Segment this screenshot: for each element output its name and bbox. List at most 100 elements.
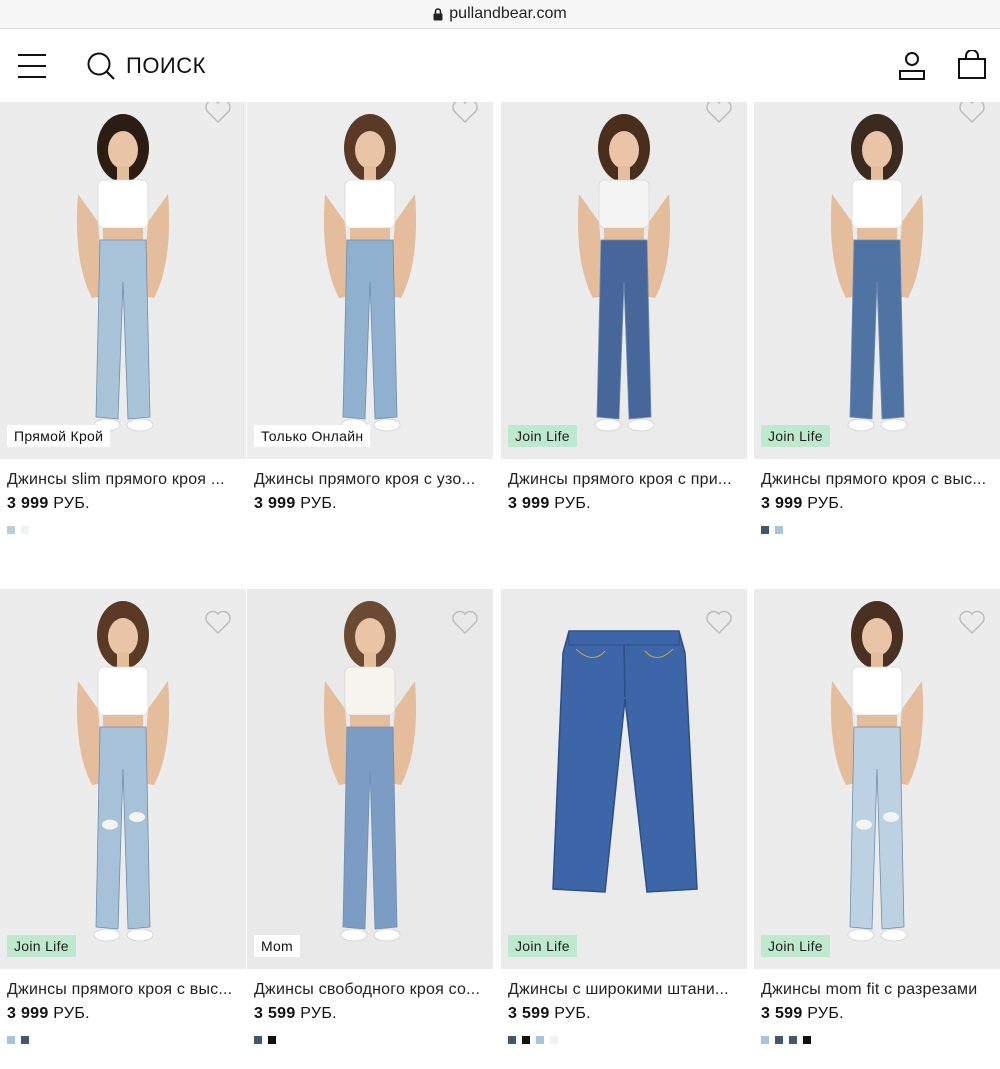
color-swatch[interactable] xyxy=(21,1036,29,1044)
color-swatch[interactable] xyxy=(761,526,769,534)
product-price: 3 599 РУБ. xyxy=(761,1005,844,1023)
site-header: ПОИСК xyxy=(0,29,1000,102)
color-swatch[interactable] xyxy=(803,1036,811,1044)
product-card[interactable]: Join Life Джинсы прямого кроя с при... 3… xyxy=(501,102,747,559)
model-figure xyxy=(830,601,924,942)
browser-url-bar[interactable]: pullandbear.com xyxy=(0,0,1000,29)
url-text: pullandbear.com xyxy=(449,5,567,22)
price-currency: РУБ. xyxy=(300,1005,337,1022)
price-amount: 3 999 xyxy=(7,495,49,512)
price-amount: 3 599 xyxy=(254,1005,296,1022)
product-title[interactable]: Джинсы свободного кроя со... xyxy=(254,981,490,999)
color-swatch[interactable] xyxy=(7,1036,15,1044)
color-swatch[interactable] xyxy=(7,526,15,534)
account-icon[interactable] xyxy=(897,51,927,81)
color-swatch[interactable] xyxy=(522,1036,530,1044)
product-title[interactable]: Джинсы mom fit с разрезами xyxy=(761,981,997,999)
product-badge: Join Life xyxy=(7,935,76,957)
product-card[interactable]: Только Онлайн Джинсы прямого кроя с узо.… xyxy=(247,102,493,559)
price-amount: 3 999 xyxy=(761,495,803,512)
heart-icon[interactable] xyxy=(204,609,232,635)
price-currency: РУБ. xyxy=(807,1005,844,1022)
search-icon xyxy=(86,51,116,81)
product-title[interactable]: Джинсы прямого кроя с выс... xyxy=(7,981,243,999)
heart-icon[interactable] xyxy=(204,102,232,124)
product-card[interactable]: Join Life Джинсы прямого кроя с выс... 3… xyxy=(754,102,1000,559)
color-swatches xyxy=(761,526,783,534)
product-image[interactable]: Join Life xyxy=(754,589,1000,969)
shopping-bag-icon[interactable] xyxy=(957,49,987,80)
color-swatches xyxy=(508,1036,558,1044)
hamburger-menu-icon[interactable] xyxy=(18,52,46,80)
model-figure xyxy=(577,114,671,432)
price-amount: 3 599 xyxy=(761,1005,803,1022)
price-currency: РУБ. xyxy=(554,1005,591,1022)
search-button[interactable]: ПОИСК xyxy=(86,51,206,81)
price-currency: РУБ. xyxy=(53,1005,90,1022)
product-title[interactable]: Джинсы прямого кроя с выс... xyxy=(761,471,997,489)
heart-icon[interactable] xyxy=(705,609,733,635)
price-amount: 3 999 xyxy=(508,495,550,512)
product-image[interactable]: Join Life xyxy=(501,589,747,969)
product-badge: Только Онлайн xyxy=(254,425,371,447)
product-title[interactable]: Джинсы с широкими штани... xyxy=(508,981,744,999)
product-price: 3 599 РУБ. xyxy=(254,1005,337,1023)
color-swatches xyxy=(7,526,29,534)
product-card[interactable]: Mom Джинсы свободного кроя со... 3 599 Р… xyxy=(247,589,493,1069)
product-badge: Join Life xyxy=(508,935,577,957)
heart-icon[interactable] xyxy=(705,102,733,124)
product-card[interactable]: Join Life Джинсы прямого кроя с выс... 3… xyxy=(0,589,246,1069)
model-figure xyxy=(76,114,170,432)
heart-icon[interactable] xyxy=(958,102,986,124)
product-image[interactable]: Прямой Крой xyxy=(0,102,246,459)
model-figure xyxy=(323,114,417,432)
color-swatches xyxy=(7,1036,29,1044)
color-swatch[interactable] xyxy=(761,1036,769,1044)
product-card[interactable]: Прямой Крой Джинсы slim прямого кроя ...… xyxy=(0,102,246,559)
price-currency: РУБ. xyxy=(300,495,337,512)
color-swatch[interactable] xyxy=(789,1036,797,1044)
color-swatch[interactable] xyxy=(254,1036,262,1044)
product-image[interactable]: Только Онлайн xyxy=(247,102,493,459)
price-currency: РУБ. xyxy=(554,495,591,512)
product-price: 3 999 РУБ. xyxy=(254,495,337,513)
product-badge: Join Life xyxy=(508,425,577,447)
product-image[interactable]: Mom xyxy=(247,589,493,969)
model-figure xyxy=(76,601,170,942)
product-title[interactable]: Джинсы прямого кроя с при... xyxy=(508,471,744,489)
color-swatch[interactable] xyxy=(536,1036,544,1044)
color-swatch[interactable] xyxy=(775,526,783,534)
product-image[interactable]: Join Life xyxy=(0,589,246,969)
color-swatch[interactable] xyxy=(21,526,29,534)
heart-icon[interactable] xyxy=(958,609,986,635)
product-badge: Прямой Крой xyxy=(7,425,111,447)
price-amount: 3 999 xyxy=(7,1005,49,1022)
product-badge: Mom xyxy=(254,935,301,957)
product-title[interactable]: Джинсы прямого кроя с узо... xyxy=(254,471,490,489)
color-swatch[interactable] xyxy=(775,1036,783,1044)
jeans-flatlay xyxy=(552,630,698,893)
product-badge: Join Life xyxy=(761,935,830,957)
product-title[interactable]: Джинсы slim прямого кроя ... xyxy=(7,471,243,489)
price-currency: РУБ. xyxy=(53,495,90,512)
price-currency: РУБ. xyxy=(807,495,844,512)
product-price: 3 599 РУБ. xyxy=(508,1005,591,1023)
color-swatches xyxy=(761,1036,811,1044)
search-label: ПОИСК xyxy=(126,53,206,78)
product-image[interactable]: Join Life xyxy=(754,102,1000,459)
heart-icon[interactable] xyxy=(451,609,479,635)
product-image[interactable]: Join Life xyxy=(501,102,747,459)
product-price: 3 999 РУБ. xyxy=(761,495,844,513)
product-card[interactable]: Join Life Джинсы mom fit с разрезами 3 5… xyxy=(754,589,1000,1069)
model-figure xyxy=(830,114,924,432)
color-swatch[interactable] xyxy=(550,1036,558,1044)
product-price: 3 999 РУБ. xyxy=(7,1005,90,1023)
product-price: 3 999 РУБ. xyxy=(508,495,591,513)
lock-icon xyxy=(433,7,443,21)
price-amount: 3 599 xyxy=(508,1005,550,1022)
heart-icon[interactable] xyxy=(451,102,479,124)
product-card[interactable]: Join Life Джинсы с широкими штани... 3 5… xyxy=(501,589,747,1069)
color-swatch[interactable] xyxy=(508,1036,516,1044)
model-figure xyxy=(323,601,417,942)
color-swatch[interactable] xyxy=(268,1036,276,1044)
